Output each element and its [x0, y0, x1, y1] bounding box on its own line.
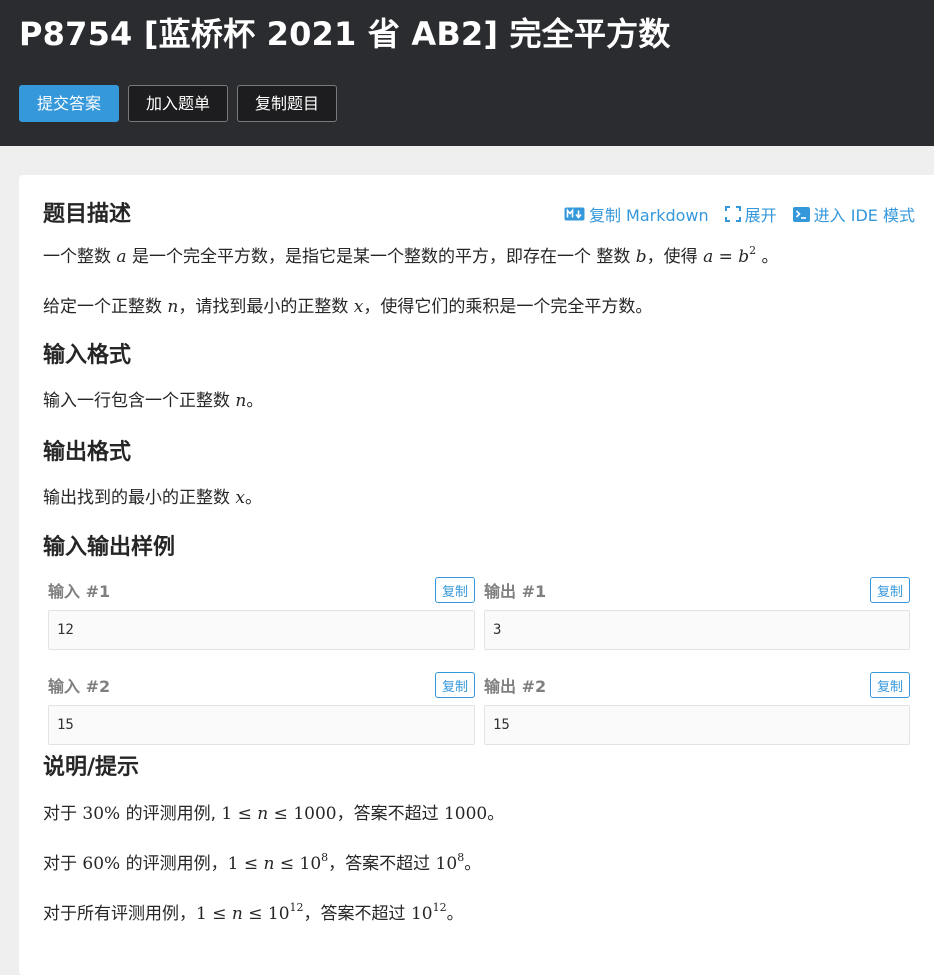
submit-answer-button[interactable]: 提交答案 [19, 85, 120, 122]
sample-input-value[interactable]: 12 [48, 610, 475, 650]
output-format-heading: 输出格式 [43, 440, 132, 465]
copy-output-button[interactable]: 复制 [869, 672, 910, 698]
sample-output-1: 输出 #1 复制 3 [484, 576, 910, 650]
expand-label: 展开 [744, 206, 777, 225]
problem-tools: 复制 Markdown 展开 进入 IDE 模式 [564, 202, 915, 226]
description-paragraph-2: 给定一个正整数 n，请找到最小的正整数 x，使得它们的乘积是一个完全平方数。 [43, 297, 653, 317]
expand-icon [724, 206, 741, 222]
add-to-list-button[interactable]: 加入题单 [128, 85, 229, 122]
sample-output-2: 输出 #2 复制 15 [484, 671, 910, 745]
ide-mode-label: 进入 IDE 模式 [813, 206, 915, 225]
sample-input-1: 输入 #1 复制 12 [48, 576, 475, 650]
expand-link[interactable]: 展开 [724, 202, 777, 226]
sample-output-value[interactable]: 15 [484, 705, 910, 745]
sample-input-label: 输入 #1 [48, 582, 111, 601]
sample-input-label: 输入 #2 [48, 677, 111, 696]
samples-row-2: 输入 #2 复制 15 输出 #2 复制 15 [48, 671, 934, 745]
input-format-text: 输入一行包含一个正整数 n。 [43, 391, 264, 411]
output-format-text: 输出找到的最小的正整数 x。 [43, 488, 262, 508]
problem-header: P8754 [蓝桥杯 2021 省 AB2] 完全平方数 提交答案 加入题单 复… [0, 0, 934, 146]
samples-row-1: 输入 #1 复制 12 输出 #1 复制 3 [48, 576, 934, 650]
hint-line-2: 对于 60% 的评测用例，1 ≤ n ≤ 108，答案不超过 108。 [43, 851, 482, 874]
action-buttons: 提交答案 加入题单 复制题目 [19, 85, 915, 122]
copy-markdown-label: 复制 Markdown [588, 206, 709, 225]
problem-card: 复制 Markdown 展开 进入 IDE 模式 题目描述 一个整数 a 是一个… [19, 175, 934, 975]
sample-input-2: 输入 #2 复制 15 [48, 671, 475, 745]
copy-output-button[interactable]: 复制 [869, 577, 910, 603]
hint-line-3: 对于所有评测用例，1 ≤ n ≤ 1012，答案不超过 1012。 [43, 901, 464, 924]
copy-input-button[interactable]: 复制 [434, 577, 475, 603]
hint-line-1: 对于 30% 的评测用例, 1 ≤ n ≤ 1000，答案不超过 1000。 [43, 804, 505, 824]
markdown-icon [564, 207, 585, 221]
copy-input-button[interactable]: 复制 [434, 672, 475, 698]
description-paragraph-1: 一个整数 a 是一个完全平方数，是指它是某一个整数的平方，即存在一个 整数 b，… [43, 244, 779, 267]
sample-output-label: 输出 #1 [484, 582, 547, 601]
sample-input-value[interactable]: 15 [48, 705, 475, 745]
ide-mode-link[interactable]: 进入 IDE 模式 [792, 202, 915, 226]
hint-heading: 说明/提示 [43, 755, 140, 780]
terminal-icon [792, 206, 810, 222]
sample-output-label: 输出 #2 [484, 677, 547, 696]
samples-heading: 输入输出样例 [43, 535, 176, 560]
sample-output-value[interactable]: 3 [484, 610, 910, 650]
copy-markdown-link[interactable]: 复制 Markdown [564, 202, 709, 226]
copy-problem-button[interactable]: 复制题目 [237, 85, 338, 122]
problem-title: P8754 [蓝桥杯 2021 省 AB2] 完全平方数 [19, 15, 671, 53]
input-format-heading: 输入格式 [43, 343, 132, 368]
